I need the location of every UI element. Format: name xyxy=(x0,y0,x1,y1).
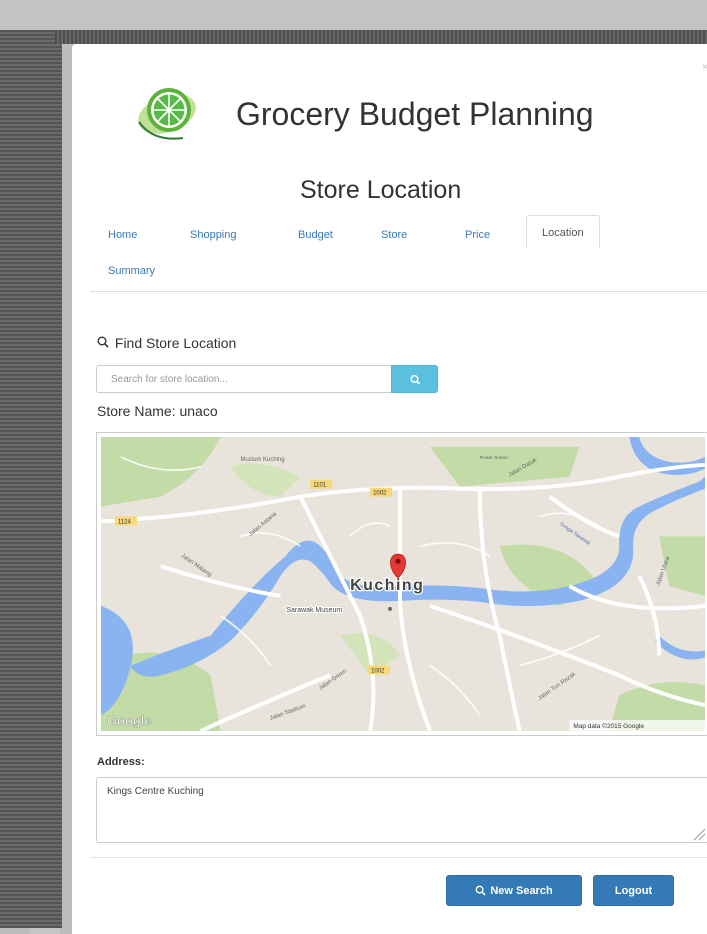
background-frame-left xyxy=(0,30,62,928)
tab-summary[interactable]: Summary xyxy=(108,265,155,277)
logout-button[interactable]: Logout xyxy=(593,875,674,906)
search-icon xyxy=(410,374,421,385)
poi-topright: Pusat Sukan xyxy=(480,455,508,461)
map[interactable]: 1101 1002 1124 1002 Muzium Kuching Pusat… xyxy=(101,437,705,731)
tabs-divider xyxy=(90,291,707,292)
store-name: Store Name: unaco xyxy=(97,403,218,419)
address-label: Address: xyxy=(97,756,145,768)
logout-label: Logout xyxy=(614,884,653,897)
road-label-1002: 1002 xyxy=(373,491,387,497)
tab-shopping[interactable]: Shopping xyxy=(190,229,237,241)
tab-budget[interactable]: Budget xyxy=(298,229,333,241)
search-button[interactable] xyxy=(391,365,438,393)
find-store-heading: Find Store Location xyxy=(97,335,236,351)
lime-logo-icon xyxy=(138,88,196,140)
road-label-1124: 1124 xyxy=(118,519,132,525)
resize-grip-icon[interactable] xyxy=(692,827,706,841)
poi-dot-icon xyxy=(388,606,393,611)
tab-home[interactable]: Home xyxy=(108,229,137,241)
road-label-1002b: 1002 xyxy=(371,668,385,674)
poi-sarawak-museum: Sarawak Museum xyxy=(286,607,342,614)
address-field[interactable]: Kings Centre Kuching xyxy=(96,777,707,843)
map-city-label: Kuching xyxy=(350,577,424,594)
nav-tabs: Home Shopping Budget Store Price Locatio… xyxy=(90,215,707,293)
tab-store[interactable]: Store xyxy=(381,229,407,241)
new-search-label: New Search xyxy=(490,884,553,897)
poi-muzium: Muzium Kuching xyxy=(241,457,285,463)
search-icon xyxy=(475,885,486,896)
search-input[interactable] xyxy=(96,365,392,393)
find-store-label: Find Store Location xyxy=(114,335,237,351)
tab-price[interactable]: Price xyxy=(465,229,490,241)
search-icon xyxy=(97,335,111,351)
road-label-1101: 1101 xyxy=(313,483,327,489)
google-logo: Google xyxy=(107,713,152,728)
map-attribution: Map data ©2015 Google xyxy=(573,722,644,730)
page-title: Store Location xyxy=(300,176,462,204)
map-container[interactable]: 1101 1002 1124 1002 Muzium Kuching Pusat… xyxy=(96,432,707,736)
app-title: Grocery Budget Planning xyxy=(236,96,594,132)
background-frame-top xyxy=(55,30,707,44)
close-icon[interactable]: × xyxy=(702,62,707,73)
footer-divider xyxy=(90,857,707,858)
tab-location[interactable]: Location xyxy=(526,215,600,249)
new-search-button[interactable]: New Search xyxy=(446,875,582,906)
